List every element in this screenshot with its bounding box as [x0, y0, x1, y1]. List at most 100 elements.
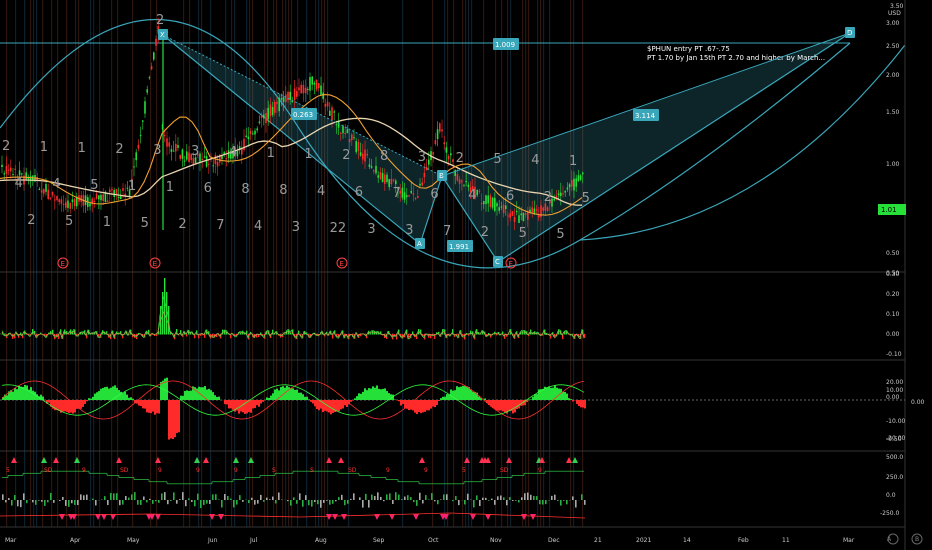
candle-body — [423, 172, 426, 178]
volume-bar — [30, 0, 32, 527]
volume-bar — [570, 0, 572, 527]
osc2-area-bar — [232, 400, 234, 410]
price-tick-label: 2.00 — [886, 72, 900, 79]
candle-body — [344, 132, 346, 134]
signal-histogram-bar — [74, 500, 76, 505]
signal-histogram-bar — [131, 494, 133, 500]
volume-bar — [471, 0, 473, 527]
signal-histogram-bar — [302, 500, 304, 507]
osc2-area-bar — [390, 394, 392, 400]
candle-body — [58, 199, 60, 202]
osc2-area-bar — [116, 387, 118, 400]
candle-body — [410, 191, 412, 193]
osc2-area-bar — [430, 400, 432, 409]
osc2-area-bar — [298, 392, 300, 400]
signal-histogram-bar — [119, 500, 121, 506]
candle-body — [443, 142, 445, 145]
signal-histogram-bar — [77, 500, 79, 506]
candle-body — [181, 149, 184, 159]
volume-bar — [66, 0, 68, 527]
candle-body — [384, 174, 386, 184]
candle-body — [179, 155, 181, 159]
signal-histogram-bar — [278, 492, 280, 500]
osc2-area-bar — [62, 400, 64, 412]
candle-body — [56, 196, 58, 200]
osc2-green-line — [273, 385, 277, 387]
signal-histogram-bar — [467, 493, 469, 500]
candle-body — [463, 184, 465, 186]
signal-histogram-bar — [422, 500, 424, 504]
osc2-area-bar — [300, 392, 302, 400]
candle-body — [208, 163, 210, 165]
signal-histogram-bar — [428, 499, 430, 500]
wave-count: 4 — [254, 219, 262, 234]
osc2-area-bar — [302, 394, 304, 400]
signal-histogram-bar — [230, 498, 232, 500]
candle-body — [390, 178, 393, 185]
osc2-area-bar — [74, 400, 76, 413]
signal-histogram-bar — [581, 494, 583, 500]
candle-body — [496, 203, 498, 207]
signal-histogram-bar — [269, 499, 271, 500]
osc2-area-bar — [22, 386, 24, 400]
signal-histogram-bar — [335, 500, 337, 502]
candle-body — [331, 107, 333, 120]
wave-count: 6 — [355, 185, 363, 200]
signal-histogram-bar — [26, 500, 28, 504]
signal-label: 9 — [424, 467, 428, 474]
osc2-area-bar — [414, 400, 416, 413]
time-axis-label: 21 — [594, 537, 602, 544]
signal-label: 5 — [462, 467, 466, 474]
price-tick-label: 0.50 — [886, 250, 900, 257]
signal-histogram-bar — [503, 497, 505, 500]
signal-label: SD — [120, 467, 129, 474]
candle-body — [483, 201, 485, 205]
osc2-area-bar — [270, 395, 272, 400]
signal-histogram-bar — [227, 496, 229, 500]
candle-body — [271, 107, 274, 115]
osc2-area-bar — [362, 391, 364, 400]
trading-chart[interactable]: 2421451512153123674841831422263873367242… — [0, 0, 932, 550]
candle-body — [313, 82, 316, 85]
signal-histogram-bar — [539, 500, 541, 505]
signal-histogram-bar — [242, 500, 244, 502]
candle-body — [109, 189, 111, 192]
candle-body — [54, 199, 56, 201]
osc2-area-bar — [514, 400, 516, 413]
signal-histogram-bar — [236, 500, 238, 505]
osc1-histogram-bar — [370, 333, 372, 335]
candle-body — [340, 132, 342, 134]
osc2-area-bar — [372, 386, 374, 400]
signal-histogram-bar — [386, 494, 388, 500]
candle-body — [183, 160, 186, 162]
candle-body — [577, 175, 580, 182]
osc2-area-bar — [380, 389, 382, 400]
candle-body — [452, 159, 454, 162]
wave-count: 7 — [443, 224, 451, 239]
candle-body — [564, 191, 566, 193]
candle-body — [293, 88, 296, 101]
osc1-tick-label: 0.20 — [886, 291, 900, 298]
signal-histogram-bar — [299, 493, 301, 500]
signal-histogram-bar — [551, 495, 553, 500]
price-tick-label: 3.00 — [886, 20, 900, 27]
candle-body — [421, 182, 423, 186]
osc2-red-line — [109, 417, 113, 419]
volume-bar — [264, 0, 266, 527]
osc2-area-bar — [504, 400, 506, 413]
signal-histogram-bar — [509, 497, 511, 500]
candle-body — [467, 184, 470, 188]
osc2-area-bar — [160, 381, 162, 400]
osc2-area-bar — [458, 387, 460, 400]
osc2-area-bar — [72, 400, 74, 414]
osc1-tick-label: -0.10 — [886, 351, 902, 358]
signal-histogram-bar — [542, 500, 544, 505]
signal-label: S — [310, 467, 314, 474]
pattern-point-label-c: C — [495, 258, 500, 266]
osc2-area-bar — [382, 388, 384, 400]
osc2-area-bar — [472, 391, 474, 400]
wave-count: 5 — [90, 178, 98, 193]
log-scale-label[interactable]: B — [915, 536, 919, 543]
candle-body — [546, 207, 549, 211]
osc2-tick-label: 0.00 — [911, 399, 925, 406]
